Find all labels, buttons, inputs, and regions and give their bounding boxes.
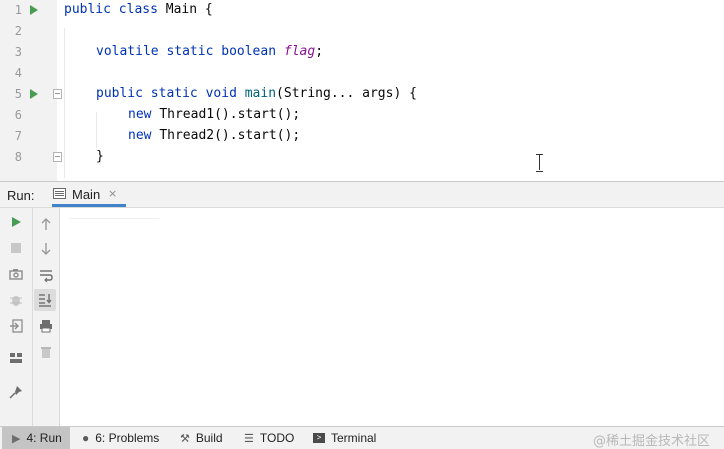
down-stack-button[interactable]	[35, 238, 57, 260]
line-number: 4	[14, 66, 22, 80]
console-caret-line	[69, 218, 159, 219]
scroll-to-end-icon	[39, 294, 52, 307]
run-toolbar-secondary	[33, 208, 60, 426]
fold-icon[interactable]	[53, 152, 62, 162]
tool-button-label: TODO	[259, 431, 295, 445]
line-number: 5	[14, 87, 22, 101]
code-text: new Thread2().start();	[128, 128, 301, 143]
arrow-up-icon	[41, 218, 51, 230]
run-method-gutter-icon[interactable]	[30, 89, 38, 99]
pin-tab-button[interactable]	[5, 381, 27, 403]
line-number: 7	[14, 129, 22, 143]
run-tab-label: Main	[72, 187, 101, 202]
exit-button[interactable]	[5, 315, 27, 337]
tool-button-todo[interactable]: ☰ TODO	[244, 427, 294, 449]
code-line-3[interactable]: 3 volatile static boolean flag;	[0, 42, 724, 63]
rerun-button[interactable]	[5, 211, 27, 233]
code-text: }	[96, 149, 104, 164]
watermark: @稀土掘金技术社区	[592, 434, 710, 449]
tool-window-bar: ▶ 4: Run ● 6: Problems ⚒ Build ☰ TODO > …	[0, 426, 724, 449]
restore-layout-button[interactable]	[5, 289, 27, 311]
tool-button-build[interactable]: ⚒ Build	[180, 427, 223, 449]
soft-wrap-icon	[40, 270, 53, 282]
up-stack-button[interactable]	[35, 213, 57, 235]
run-window-label: Run:	[7, 188, 35, 203]
code-text: public class Main {	[64, 2, 213, 17]
line-number: 3	[14, 45, 22, 59]
line-number: 1	[14, 3, 22, 17]
camera-icon	[9, 269, 23, 280]
tool-button-label: 4: Run	[26, 431, 62, 445]
run-tool-window	[0, 208, 724, 426]
tool-button-problems[interactable]: ● 6: Problems	[82, 427, 159, 449]
code-text: volatile static boolean flag;	[96, 44, 324, 59]
dump-threads-button[interactable]	[5, 263, 27, 285]
exit-icon	[10, 319, 23, 333]
play-icon	[12, 217, 21, 227]
code-line-4[interactable]: 4	[0, 63, 724, 84]
console-icon	[53, 188, 66, 199]
run-toolbar-primary	[0, 208, 33, 426]
tool-button-run[interactable]: ▶ 4: Run	[2, 427, 70, 449]
indent-guide	[64, 28, 65, 178]
code-line-1[interactable]: 1 public class Main {	[0, 0, 724, 21]
run-class-gutter-icon[interactable]	[30, 5, 38, 15]
problems-icon: ●	[82, 431, 90, 445]
scroll-to-end-button[interactable]	[34, 289, 56, 311]
code-line-5[interactable]: 5 public static void main(String... args…	[0, 84, 724, 105]
arrow-down-icon	[41, 243, 51, 255]
run-tab-main[interactable]: Main ×	[52, 182, 126, 207]
fold-icon[interactable]	[53, 89, 62, 99]
terminal-icon: >	[313, 433, 325, 443]
code-line-2[interactable]: 2	[0, 21, 724, 42]
tool-button-label: Terminal	[331, 431, 377, 445]
soft-wrap-button[interactable]	[35, 264, 57, 286]
line-number: 6	[14, 108, 22, 122]
mouse-text-cursor	[536, 154, 543, 172]
code-text: new Thread1().start();	[128, 107, 301, 122]
code-line-8[interactable]: 8 }	[0, 147, 724, 168]
console-output[interactable]	[61, 208, 724, 426]
clear-all-button[interactable]	[35, 341, 57, 363]
line-number: 2	[14, 24, 22, 38]
stop-icon	[11, 243, 21, 253]
layout-icon	[10, 353, 22, 363]
tool-button-label: 6: Problems	[95, 431, 160, 445]
print-button[interactable]	[35, 315, 57, 337]
indent-guide	[96, 112, 97, 148]
play-icon: ▶	[12, 432, 21, 445]
list-icon: ☰	[244, 432, 254, 445]
close-icon[interactable]: ×	[108, 187, 117, 200]
trash-icon	[41, 347, 51, 358]
layout-button[interactable]	[5, 347, 27, 369]
hammer-icon: ⚒	[180, 432, 190, 445]
printer-icon	[40, 320, 52, 333]
run-tool-window-header: Run: Main ×	[0, 181, 724, 208]
stop-button[interactable]	[5, 237, 27, 259]
code-line-6[interactable]: 6 new Thread1().start();	[0, 105, 724, 126]
tool-button-label: Build	[195, 431, 223, 445]
line-number: 8	[14, 150, 22, 164]
tool-button-terminal[interactable]: > Terminal	[313, 427, 376, 449]
code-text: public static void main(String... args) …	[96, 86, 417, 101]
code-line-7[interactable]: 7 new Thread2().start();	[0, 126, 724, 147]
code-editor[interactable]: 1 public class Main { 2 3 volatile stati…	[0, 0, 724, 181]
pin-icon	[9, 386, 22, 399]
bug-icon	[10, 296, 22, 306]
